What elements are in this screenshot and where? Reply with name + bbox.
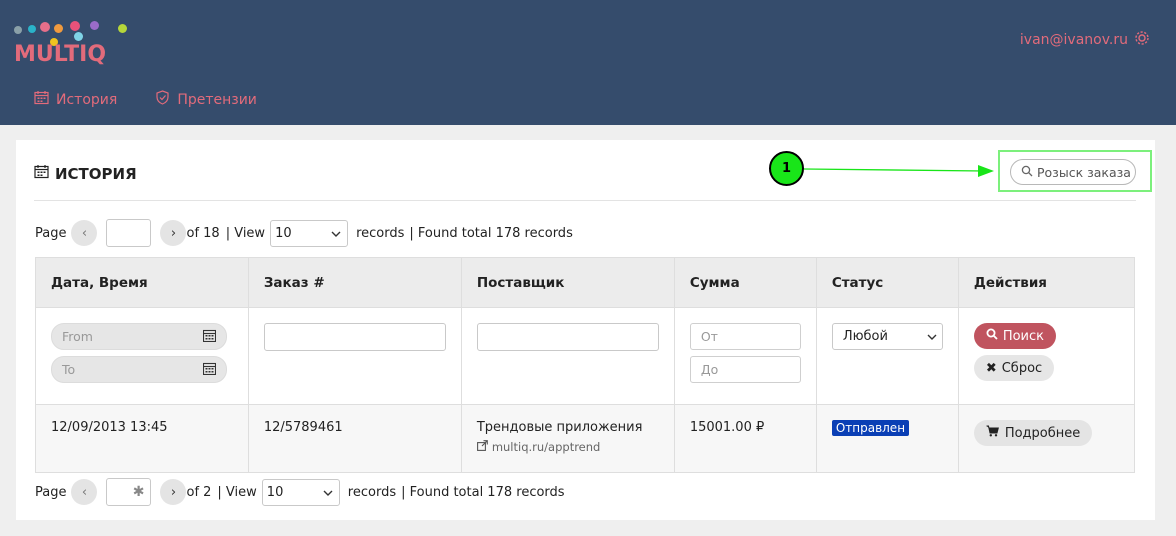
filter-cell-sum: От До bbox=[673, 307, 817, 405]
external-link-icon bbox=[476, 440, 488, 454]
page-number-input[interactable] bbox=[106, 219, 152, 247]
filter-cell-actions: Поиск ✖ Сброс bbox=[957, 307, 1136, 405]
cart-icon bbox=[986, 425, 999, 441]
pager-found-label: | Found total 178 records bbox=[409, 225, 573, 241]
page-number-input[interactable]: ✱ bbox=[106, 478, 152, 506]
calendar-icon[interactable] bbox=[202, 362, 217, 378]
orders-table: Дата, Время Заказ # Поставщик Сумма Стат… bbox=[35, 257, 1136, 473]
nav-item-history[interactable]: История bbox=[34, 90, 117, 109]
sum-to-input[interactable]: До bbox=[689, 356, 801, 383]
nav-item-label: Претензии bbox=[177, 91, 257, 108]
sum-from-input[interactable]: От bbox=[689, 323, 801, 350]
close-icon: ✖ bbox=[985, 360, 997, 376]
column-header-supplier[interactable]: Поставщик bbox=[460, 257, 675, 308]
column-header-order[interactable]: Заказ # bbox=[247, 257, 462, 308]
search-placeholder: Розыск заказа bbox=[1037, 164, 1131, 180]
pager-of-label: of 2 bbox=[186, 484, 212, 500]
date-from-input[interactable]: From bbox=[51, 323, 227, 350]
pager-records-label: records bbox=[356, 225, 405, 241]
annotation-arrow bbox=[803, 165, 994, 177]
details-button-label: Подробнее bbox=[1004, 425, 1081, 441]
filter-cell-supplier bbox=[460, 307, 675, 405]
pager-bottom: Page ‹ ✱ › of 2 | View 10 records | Foun… bbox=[35, 478, 565, 506]
chevron-right-icon[interactable]: › bbox=[160, 220, 187, 246]
pager-records-label: records bbox=[347, 484, 397, 500]
table-row[interactable]: 12/09/2013 13:45 12/5789461 Трендовые пр… bbox=[35, 404, 1136, 473]
top-header: MULTIQ ivan@ivanov.ru История Претензии bbox=[0, 0, 1176, 125]
logo-text: MULTIQ bbox=[14, 42, 107, 67]
chevron-left-icon[interactable]: ‹ bbox=[71, 220, 98, 246]
pager-view-label: | View bbox=[217, 484, 257, 500]
supplier-link-text[interactable]: multiq.ru/apptrend bbox=[492, 440, 601, 454]
filter-row: From To От До Любой Поиск ✖ Сброс bbox=[35, 307, 1136, 405]
chevron-down-icon bbox=[331, 226, 341, 241]
cell-datetime: 12/09/2013 13:45 bbox=[35, 404, 249, 473]
shield-icon bbox=[155, 90, 170, 109]
status-filter-select[interactable]: Любой bbox=[831, 323, 943, 350]
details-button[interactable]: Подробнее bbox=[973, 420, 1093, 446]
date-to-placeholder: To bbox=[62, 362, 76, 377]
records-per-page-value: 10 bbox=[266, 484, 284, 500]
gear-icon[interactable] bbox=[1134, 30, 1150, 50]
date-to-input[interactable]: To bbox=[51, 356, 227, 383]
order-number-filter-input[interactable] bbox=[263, 323, 446, 351]
column-header-actions: Действия bbox=[957, 257, 1136, 308]
table-header-row: Дата, Время Заказ # Поставщик Сумма Стат… bbox=[35, 257, 1136, 308]
cell-order: 12/5789461 bbox=[247, 404, 462, 473]
cell-actions: Подробнее bbox=[957, 404, 1136, 473]
filter-cell-order bbox=[247, 307, 462, 405]
pager-of-label: of 18 bbox=[186, 225, 220, 241]
cell-sum: 15001.00 ₽ bbox=[673, 404, 817, 473]
user-email[interactable]: ivan@ivanov.ru bbox=[1020, 32, 1128, 48]
supplier-filter-input[interactable] bbox=[476, 323, 659, 351]
pager-top: Page ‹ › of 18 | View 10 records | Found… bbox=[35, 219, 573, 247]
column-header-datetime[interactable]: Дата, Время bbox=[35, 257, 249, 308]
column-header-sum[interactable]: Сумма bbox=[673, 257, 817, 308]
reset-button-label: Сброс bbox=[1001, 360, 1043, 376]
cell-supplier: Трендовые приложения multiq.ru/apptrend bbox=[460, 404, 675, 473]
search-icon bbox=[1021, 165, 1033, 180]
filter-cell-status: Любой bbox=[815, 307, 959, 405]
records-per-page-value: 10 bbox=[275, 225, 292, 241]
supplier-link[interactable]: multiq.ru/apptrend bbox=[476, 440, 659, 454]
records-per-page-select[interactable]: 10 bbox=[270, 219, 349, 247]
chevron-right-icon[interactable]: › bbox=[160, 479, 187, 505]
records-per-page-select[interactable]: 10 bbox=[261, 478, 340, 506]
search-button[interactable]: Поиск bbox=[973, 323, 1056, 349]
nav-item-label: История bbox=[56, 91, 118, 108]
cell-status: Отправлен bbox=[815, 404, 959, 473]
main-nav: История Претензии bbox=[34, 90, 257, 109]
calendar-icon bbox=[34, 90, 49, 109]
supplier-name: Трендовые приложения bbox=[476, 420, 643, 435]
chevron-down-icon bbox=[323, 485, 333, 500]
order-search-input[interactable]: Розыск заказа bbox=[1010, 159, 1136, 185]
search-icon bbox=[986, 328, 998, 344]
pager-found-label: | Found total 178 records bbox=[401, 484, 565, 500]
pager-page-label: Page bbox=[35, 225, 67, 241]
column-header-status[interactable]: Статус bbox=[815, 257, 959, 308]
annotation-marker: 1 bbox=[769, 151, 804, 186]
chevron-left-icon[interactable]: ‹ bbox=[71, 479, 98, 505]
status-filter-value: Любой bbox=[842, 329, 888, 344]
search-button-label: Поиск bbox=[1002, 328, 1044, 344]
logo[interactable]: MULTIQ bbox=[14, 18, 134, 70]
status-badge: Отправлен bbox=[831, 420, 910, 436]
pager-page-label: Page bbox=[35, 484, 67, 500]
reset-button[interactable]: ✖ Сброс bbox=[973, 355, 1055, 381]
user-menu[interactable]: ivan@ivanov.ru bbox=[1020, 30, 1150, 50]
history-card: ИСТОРИЯ 1 Розыск заказа Page ‹ › of 18 |… bbox=[16, 140, 1155, 520]
nav-item-claims[interactable]: Претензии bbox=[155, 90, 257, 109]
date-from-placeholder: From bbox=[62, 329, 93, 344]
pager-view-label: | View bbox=[225, 225, 266, 241]
filter-cell-datetime: From To bbox=[35, 307, 249, 405]
chevron-down-icon bbox=[927, 329, 937, 344]
annotation-highlight-box: Розыск заказа bbox=[998, 150, 1152, 192]
calendar-icon[interactable] bbox=[202, 329, 217, 345]
